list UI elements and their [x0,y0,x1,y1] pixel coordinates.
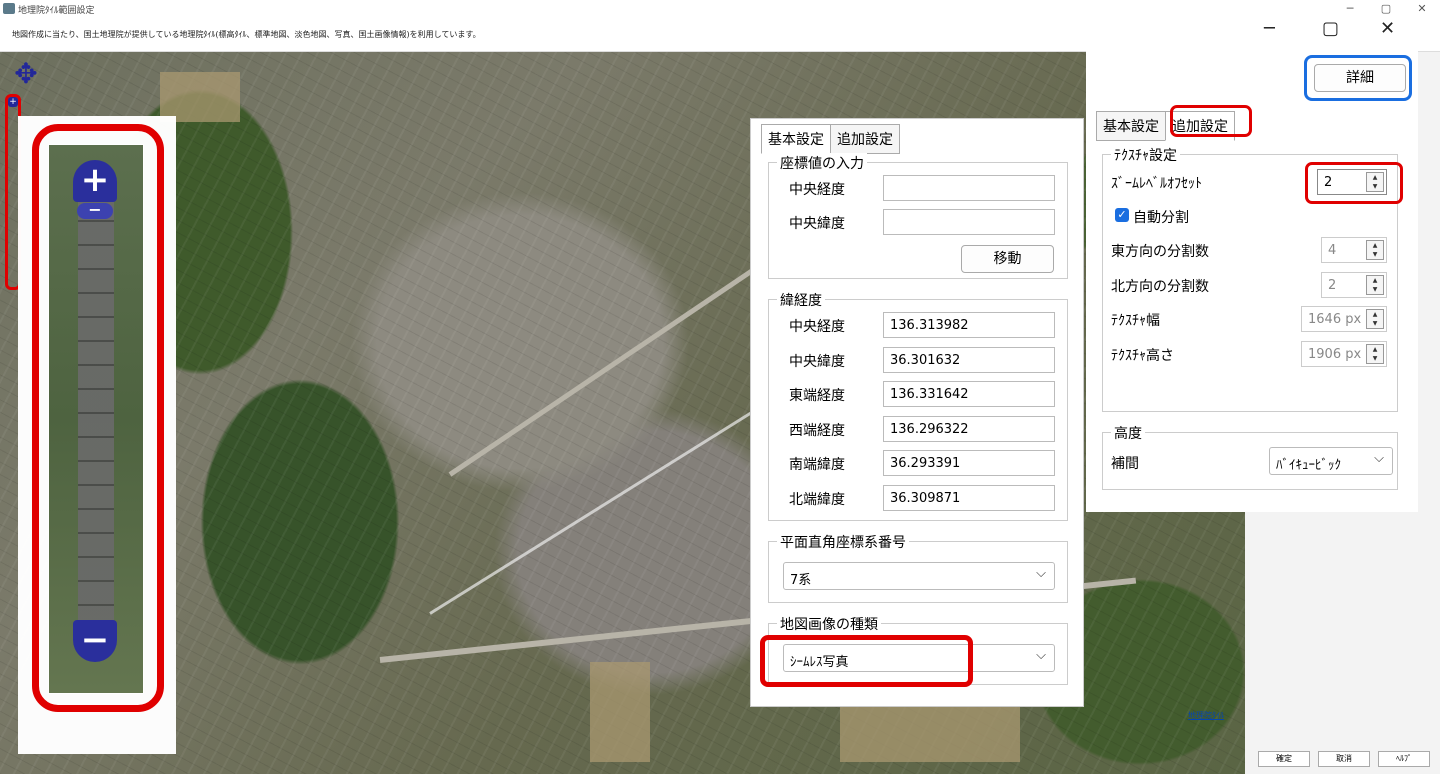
texture-height-value: 1906 px [1308,347,1362,362]
spinner-arrows-icon[interactable]: ▲ ▼ [1366,240,1384,260]
latlon-label: 緯経度 [777,290,825,310]
chevron-down-icon: ⌵ [1374,451,1384,466]
panel-maximize-icon[interactable]: ▢ [1322,18,1339,39]
auto-split-label: 自動分割 [1133,210,1189,226]
image-type-highlight [760,635,973,687]
zoom-offset-highlight [1305,162,1403,204]
latlon-row-label: 中央緯度 [789,354,845,370]
latlon-row-label: 南端緯度 [789,457,845,473]
south-lat-value[interactable]: 36.293391 [883,450,1055,476]
help-button[interactable]: ﾍﾙﾌﾟ [1378,751,1430,767]
texture-width-value: 1646 px [1308,312,1362,327]
additional-tab-highlight [1170,105,1252,137]
window-close-button[interactable]: ✕ [1404,0,1440,18]
north-split-label: 北方向の分割数 [1111,279,1209,295]
panel-close-icon[interactable]: ✕ [1380,18,1395,39]
interp-label: 補間 [1111,456,1139,472]
tab-basic[interactable]: 基本設定 [761,124,831,154]
texture-width-label: ﾃｸｽﾁｬ幅 [1111,313,1160,329]
height-label: 高度 [1111,423,1145,443]
latlon-group: 緯経度 中央経度 136.313982 中央緯度 36.301632 東端経度 … [768,290,1068,521]
spinner-arrows-icon[interactable]: ▲ ▼ [1366,344,1384,364]
image-type-label: 地図画像の種類 [777,614,881,634]
texture-label: ﾃｸｽﾁｬ設定 [1111,145,1180,165]
plane-coord-value: 7系 [790,573,812,588]
latlon-row-label: 中央経度 [789,319,845,335]
center-lon-label: 中央経度 [789,182,845,198]
small-zoom-plus-icon[interactable]: + [8,97,18,107]
map-field [160,72,240,122]
spinner-arrows-icon[interactable]: ▲ ▼ [1366,309,1384,329]
map-field [590,662,650,762]
auto-split-checkbox[interactable]: ✓ [1115,208,1129,222]
window-title: 地理院ﾀｲﾙ範囲設定 [18,6,95,16]
map-railway [429,410,754,615]
texture-width-spinner[interactable]: 1646 px ▲ ▼ [1301,306,1387,332]
interp-value: ﾊﾞｲｷｭｰﾋﾞｯｸ [1276,458,1341,473]
detail-highlight [1304,55,1412,101]
info-text: 地図作成に当たり、国土地理院が提供している地理院ﾀｲﾙ(標高ﾀｲﾙ、標準地図、淡… [12,30,481,39]
east-split-value: 4 [1328,243,1337,258]
settings-panel-additional: ─ ▢ ✕ 詳細 基本設定 追加設定 ﾃｸｽﾁｬ設定 ｽﾞｰﾑﾚﾍﾞﾙｵﾌｾｯﾄ… [1086,18,1418,512]
plane-coord-group: 平面直角座標系番号 7系 ⌵ [768,532,1068,603]
latlon-row-label: 西端経度 [789,423,845,439]
north-split-value: 2 [1328,278,1337,293]
app-icon [3,3,15,14]
interp-select[interactable]: ﾊﾞｲｷｭｰﾋﾞｯｸ ⌵ [1269,447,1393,475]
tab-additional[interactable]: 追加設定 [830,124,900,154]
plane-coord-select[interactable]: 7系 ⌵ [783,562,1055,590]
panel-minimize-icon[interactable]: ─ [1264,18,1275,39]
center-lon-input[interactable] [883,175,1055,201]
center-lat-value[interactable]: 36.301632 [883,347,1055,373]
center-lat-label: 中央緯度 [789,216,845,232]
north-split-spinner[interactable]: 2 ▲ ▼ [1321,272,1387,298]
latlon-row-label: 北端緯度 [789,492,845,508]
coord-input-label: 座標値の入力 [777,153,867,173]
zoom-highlight-frame [32,124,164,712]
zoom-offset-label: ｽﾞｰﾑﾚﾍﾞﾙｵﾌｾｯﾄ [1111,176,1202,192]
west-lon-value[interactable]: 136.296322 [883,416,1055,442]
texture-group: ﾃｸｽﾁｬ設定 ｽﾞｰﾑﾚﾍﾞﾙｵﾌｾｯﾄ 2 ▲ ▼ ✓ 自動分割 東方向の分割… [1102,145,1403,412]
ok-button[interactable]: 確定 [1258,751,1310,767]
map-attribution-link[interactable]: 地理院ﾀｲﾙ [1188,710,1224,721]
texture-height-label: ﾃｸｽﾁｬ高さ [1111,348,1174,364]
window-minimize-button[interactable]: ─ [1332,0,1368,18]
center-lat-input[interactable] [883,209,1055,235]
center-lon-value[interactable]: 136.313982 [883,312,1055,338]
pan-cross-icon[interactable]: ✥ [12,60,40,88]
settings-panel-basic: 基本設定 追加設定 座標値の入力 中央経度 中央緯度 移動 緯経度 中央経度 1… [750,118,1084,707]
east-split-spinner[interactable]: 4 ▲ ▼ [1321,237,1387,263]
coord-input-group: 座標値の入力 中央経度 中央緯度 移動 [768,153,1068,279]
chevron-down-icon: ⌵ [1036,648,1046,663]
plane-coord-label: 平面直角座標系番号 [777,532,909,552]
north-lat-value[interactable]: 36.309871 [883,485,1055,511]
east-split-label: 東方向の分割数 [1111,244,1209,260]
height-group: 高度 補間 ﾊﾞｲｷｭｰﾋﾞｯｸ ⌵ [1102,423,1398,490]
spinner-arrows-icon[interactable]: ▲ ▼ [1366,275,1384,295]
texture-height-spinner[interactable]: 1906 px ▲ ▼ [1301,341,1387,367]
latlon-row-label: 東端経度 [789,388,845,404]
east-lon-value[interactable]: 136.331642 [883,381,1055,407]
window-titlebar: 地理院ﾀｲﾙ範囲設定 ─ ▢ ✕ [0,0,1440,18]
cancel-button[interactable]: 取消 [1318,751,1370,767]
tab-basic-b[interactable]: 基本設定 [1096,111,1166,141]
chevron-down-icon: ⌵ [1036,566,1046,581]
move-button[interactable]: 移動 [961,245,1054,273]
window-maximize-button[interactable]: ▢ [1368,0,1404,18]
